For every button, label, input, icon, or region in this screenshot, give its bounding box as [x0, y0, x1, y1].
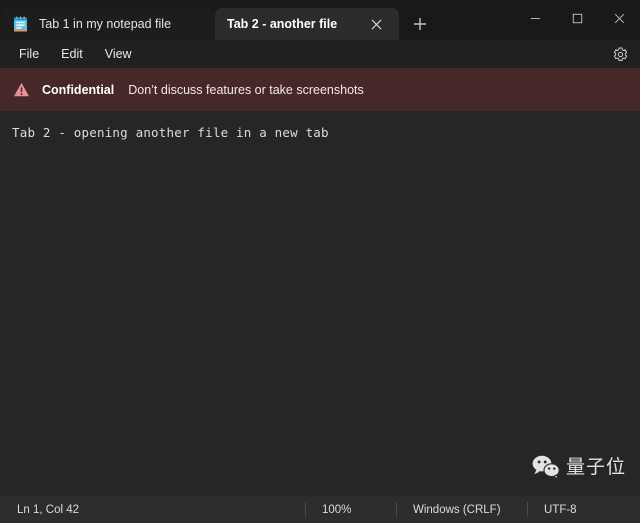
close-icon: [614, 13, 625, 24]
notepad-document-icon: [12, 16, 29, 33]
banner-title: Confidential: [42, 82, 115, 97]
tab-1[interactable]: Tab 1 in my notepad file: [0, 8, 215, 40]
settings-button[interactable]: [610, 44, 630, 64]
banner-message: Don’t discuss features or take screensho…: [128, 82, 364, 97]
menu-bar: File Edit View: [0, 40, 640, 68]
minimize-icon: [530, 13, 541, 24]
watermark: 量子位: [531, 454, 626, 480]
status-bar: Ln 1, Col 42 100% Windows (CRLF) UTF-8: [0, 496, 640, 523]
tab-2[interactable]: Tab 2 - another file: [215, 8, 399, 40]
notepad-window: Tab 1 in my notepad file Tab 2 - another…: [0, 0, 640, 523]
tab-2-close-icon[interactable]: [365, 13, 387, 35]
tab-2-label: Tab 2 - another file: [227, 17, 338, 31]
text-editor-area[interactable]: Tab 2 - opening another file in a new ta…: [0, 111, 640, 496]
menu-item-edit[interactable]: Edit: [50, 43, 94, 66]
menu-item-view[interactable]: View: [94, 43, 143, 66]
maximize-button[interactable]: [556, 0, 598, 36]
menu-item-file[interactable]: File: [8, 43, 50, 66]
maximize-icon: [572, 13, 583, 24]
status-encoding[interactable]: UTF-8: [528, 496, 593, 523]
wechat-logo-icon: [531, 454, 561, 480]
tab-strip: Tab 1 in my notepad file Tab 2 - another…: [0, 0, 437, 40]
watermark-text: 量子位: [565, 455, 626, 478]
plus-icon: [413, 17, 427, 31]
title-bar: Tab 1 in my notepad file Tab 2 - another…: [0, 0, 640, 40]
minimize-button[interactable]: [514, 0, 556, 36]
status-line-ending[interactable]: Windows (CRLF): [397, 496, 527, 523]
status-zoom-level[interactable]: 100%: [306, 496, 396, 523]
status-cursor-position[interactable]: Ln 1, Col 42: [0, 496, 305, 523]
confidential-banner: Confidential Don’t discuss features or t…: [0, 68, 640, 111]
new-tab-button[interactable]: [403, 8, 437, 40]
tab-1-label: Tab 1 in my notepad file: [39, 17, 172, 31]
gear-icon: [612, 46, 629, 63]
warning-triangle-icon: [13, 81, 30, 98]
window-controls: [514, 0, 640, 36]
close-button[interactable]: [598, 0, 640, 36]
editor-content[interactable]: Tab 2 - opening another file in a new ta…: [12, 124, 628, 141]
